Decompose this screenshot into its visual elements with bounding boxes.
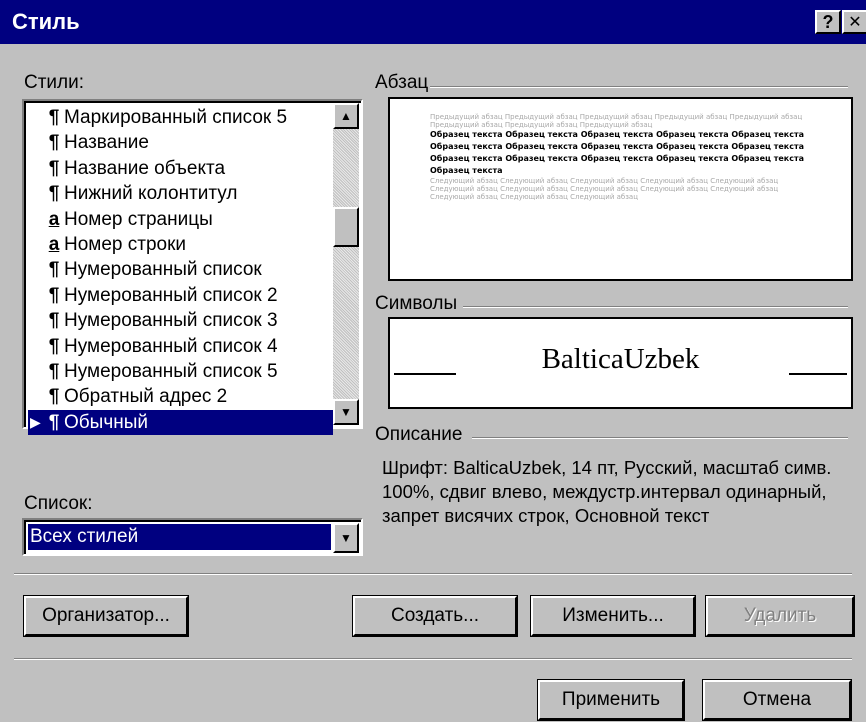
- preview-before-text: Предыдущий абзац Предыдущий абзац Предыд…: [430, 113, 803, 129]
- style-list-item[interactable]: a Номер строки: [28, 232, 333, 257]
- close-icon: ✕: [848, 14, 862, 31]
- paragraph-style-icon: ¶: [48, 284, 60, 306]
- paragraph-style-icon: ¶: [48, 386, 60, 408]
- description-label: Описание: [375, 424, 463, 445]
- style-name: Маркированный список 5: [64, 107, 288, 128]
- paragraph-style-icon: ¶: [48, 183, 60, 205]
- preview-after-text: Следующий абзац Следующий абзац Следующи…: [430, 177, 779, 201]
- style-name: Обратный адрес 2: [64, 386, 228, 408]
- separator-bottom: [14, 658, 852, 660]
- modify-button[interactable]: Изменить...: [530, 595, 696, 637]
- organizer-button[interactable]: Организатор...: [23, 595, 189, 637]
- styles-scrollbar[interactable]: ▲ ▼: [333, 103, 359, 425]
- style-list-item[interactable]: ¶ Нумерованный список 2: [28, 283, 333, 308]
- style-list-item[interactable]: ¶ Нумерованный список 3: [28, 308, 333, 333]
- symbols-right-rule: [789, 373, 847, 375]
- symbols-preview: BalticaUzbek: [388, 317, 853, 409]
- title-bar[interactable]: [0, 0, 866, 44]
- style-list-item[interactable]: ¶ Нумерованный список: [28, 257, 333, 282]
- list-dropdown[interactable]: Всех стилей ▼: [22, 518, 363, 556]
- style-name: Номер страницы: [64, 208, 213, 230]
- character-style-icon: a: [48, 208, 60, 230]
- paragraph-style-icon: ¶: [48, 310, 60, 332]
- styles-list: ¶ Маркированный список 5 ¶ Название ¶ Названи…: [28, 105, 333, 436]
- paragraph-style-icon: ¶: [48, 259, 60, 281]
- dropdown-button[interactable]: ▼: [333, 523, 359, 553]
- style-name: Нижний колонтитул: [64, 183, 238, 205]
- paragraph-style-icon: ¶: [48, 132, 60, 154]
- style-list-item[interactable]: ¶ Название объекта: [28, 156, 333, 181]
- description-group-line: [472, 437, 848, 439]
- styles-label: Стили:: [24, 72, 85, 93]
- preview-sample-text: Образец текста Образец текста Образец те…: [430, 130, 804, 175]
- style-name: Нумерованный список 5: [64, 360, 278, 382]
- style-name: Номер строки: [64, 233, 187, 255]
- apply-button[interactable]: Применить: [537, 679, 685, 721]
- close-button[interactable]: ✕: [842, 10, 866, 34]
- delete-button[interactable]: Удалить: [705, 595, 855, 637]
- symbols-group-line: [463, 306, 848, 308]
- paragraph-style-icon: ¶: [48, 335, 60, 357]
- separator-top: [14, 573, 852, 575]
- list-label: Список:: [24, 493, 93, 514]
- style-list-item[interactable]: ¶ Нумерованный список 5: [28, 359, 333, 384]
- style-name: Обычный: [64, 411, 148, 433]
- paragraph-style-icon: ¶: [48, 360, 60, 382]
- style-list-item[interactable]: ¶ Обратный адрес 2: [28, 384, 333, 409]
- style-name: Нумерованный список 2: [64, 284, 278, 306]
- style-name: Название объекта: [64, 157, 226, 179]
- paragraph-style-icon: ¶: [48, 411, 60, 433]
- style-name: Название: [64, 132, 149, 154]
- symbols-sample-text: BalticaUzbek: [541, 343, 700, 375]
- style-list-item[interactable]: ¶ Название: [28, 130, 333, 155]
- arrow-down-icon: ▼: [340, 405, 352, 419]
- paragraph-style-icon: ¶: [48, 107, 60, 128]
- window-title: Стиль: [12, 9, 80, 34]
- arrow-up-icon: ▲: [340, 109, 352, 123]
- list-dropdown-value: Всех стилей: [27, 523, 332, 551]
- style-list-item[interactable]: ¶ Маркированный список 5: [28, 105, 333, 130]
- character-style-icon: a: [48, 233, 60, 255]
- style-name: Нумерованный список 4: [64, 335, 278, 357]
- styles-listbox[interactable]: ¶ Маркированный список 5 ¶ Название ¶ Названи…: [22, 99, 363, 436]
- style-name: Нумерованный список 3: [64, 310, 278, 332]
- create-button[interactable]: Создать...: [352, 595, 518, 637]
- scroll-down-button[interactable]: ▼: [333, 399, 359, 425]
- paragraph-style-icon: ¶: [48, 157, 60, 179]
- cancel-button[interactable]: Отмена: [702, 679, 852, 721]
- description-text: Шрифт: BalticaUzbek, 14 пт, Русский, мас…: [382, 457, 832, 526]
- style-list-item[interactable]: a Номер страницы: [28, 207, 333, 232]
- style-list-item[interactable]: ¶ Нумерованный список 4: [28, 334, 333, 359]
- style-name: Нумерованный список: [64, 259, 262, 281]
- scrollbar-thumb[interactable]: [333, 207, 359, 247]
- paragraph-label: Абзац: [375, 72, 429, 93]
- chevron-down-icon: ▼: [340, 531, 352, 545]
- symbols-label: Символы: [375, 293, 458, 314]
- help-button[interactable]: ?: [815, 10, 841, 34]
- paragraph-group-line: [430, 86, 848, 88]
- paragraph-preview: Предыдущий абзац Предыдущий абзац Предыд…: [388, 97, 853, 281]
- style-list-item[interactable]: ¶ Нижний колонтитул: [28, 181, 333, 206]
- scroll-up-button[interactable]: ▲: [333, 103, 359, 129]
- selected-pointer-icon: ▶: [30, 413, 41, 430]
- style-list-item[interactable]: ▶ ¶ Обычный: [28, 409, 333, 436]
